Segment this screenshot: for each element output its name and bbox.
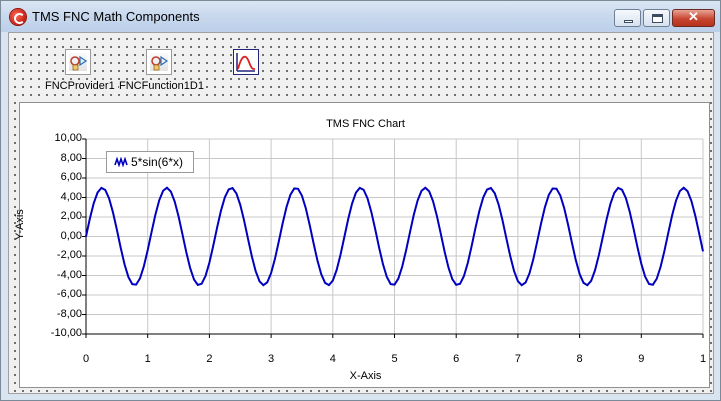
- x-tick-label: 4: [329, 353, 336, 365]
- maximize-icon: [652, 14, 663, 23]
- x-axis-label: X-Axis: [349, 370, 382, 382]
- close-button[interactable]: ✕: [672, 9, 715, 27]
- x-tick-label: 9: [638, 353, 645, 365]
- x-tick-label: 1: [144, 353, 151, 365]
- minimize-button[interactable]: [614, 9, 641, 27]
- app-logo-icon[interactable]: [10, 9, 26, 25]
- fnc-chart[interactable]: TMS FNC Chart Y-Axis X-Axis 10,00 8,00 6,0…: [14, 102, 710, 388]
- y-tick-label: 0,00: [60, 229, 82, 242]
- window-title: TMS FNC Math Components: [32, 9, 200, 24]
- chart-legend[interactable]: 5*sin(6*x): [106, 151, 194, 173]
- fnc-provider-component[interactable]: [65, 49, 91, 75]
- legend-series-swatch: [114, 157, 128, 167]
- component-label: FNCProvider1: [45, 80, 115, 92]
- form-client-area: FNCProvider1 FNCFunction1D1 TMS FNC Char…: [8, 32, 714, 394]
- app-window: TMS FNC Math Components ✕ FNCProvider1 F…: [0, 0, 721, 401]
- fnc-chart-icon: [236, 53, 256, 72]
- fnc-chart-component[interactable]: [233, 49, 259, 75]
- x-tick-label: 5: [391, 353, 398, 365]
- x-tick-label: 8: [576, 353, 583, 365]
- x-tick-label: 6: [453, 353, 460, 365]
- close-icon: ✕: [688, 9, 699, 24]
- fnc-function-component[interactable]: [146, 49, 172, 75]
- y-tick-label: 10,00: [54, 132, 82, 144]
- x-tick-label: 1: [699, 353, 707, 365]
- y-axis-label: Y-Axis: [14, 209, 26, 240]
- fnc-provider-icon: [70, 55, 88, 71]
- minimize-icon: [624, 20, 633, 23]
- x-tick-label: 0: [82, 353, 90, 365]
- x-tick-label: 7: [514, 353, 521, 365]
- x-tick-label: 2: [206, 353, 213, 365]
- y-tick-label: -6,00: [56, 288, 82, 300]
- chart-title: TMS FNC Chart: [326, 118, 405, 130]
- chart-canvas: [82, 138, 704, 338]
- title-bar[interactable]: TMS FNC Math Components ✕: [1, 1, 720, 32]
- y-tick-label: -8,00: [56, 307, 82, 320]
- y-tick-label: -2,00: [56, 249, 82, 261]
- legend-series-label: 5*sin(6*x): [131, 155, 184, 169]
- x-tick-label: 3: [268, 353, 275, 365]
- component-label: FNCFunction1D1: [119, 80, 204, 92]
- fnc-function-icon: [151, 55, 169, 71]
- y-tick-label: 4,00: [60, 190, 82, 203]
- y-tick-label: 6,00: [60, 171, 82, 183]
- y-tick-label: 8,00: [60, 151, 82, 164]
- y-tick-label: -10,00: [50, 327, 82, 339]
- y-tick-label: -4,00: [56, 268, 82, 281]
- maximize-button[interactable]: [643, 9, 670, 27]
- y-tick-label: 2,00: [60, 210, 82, 222]
